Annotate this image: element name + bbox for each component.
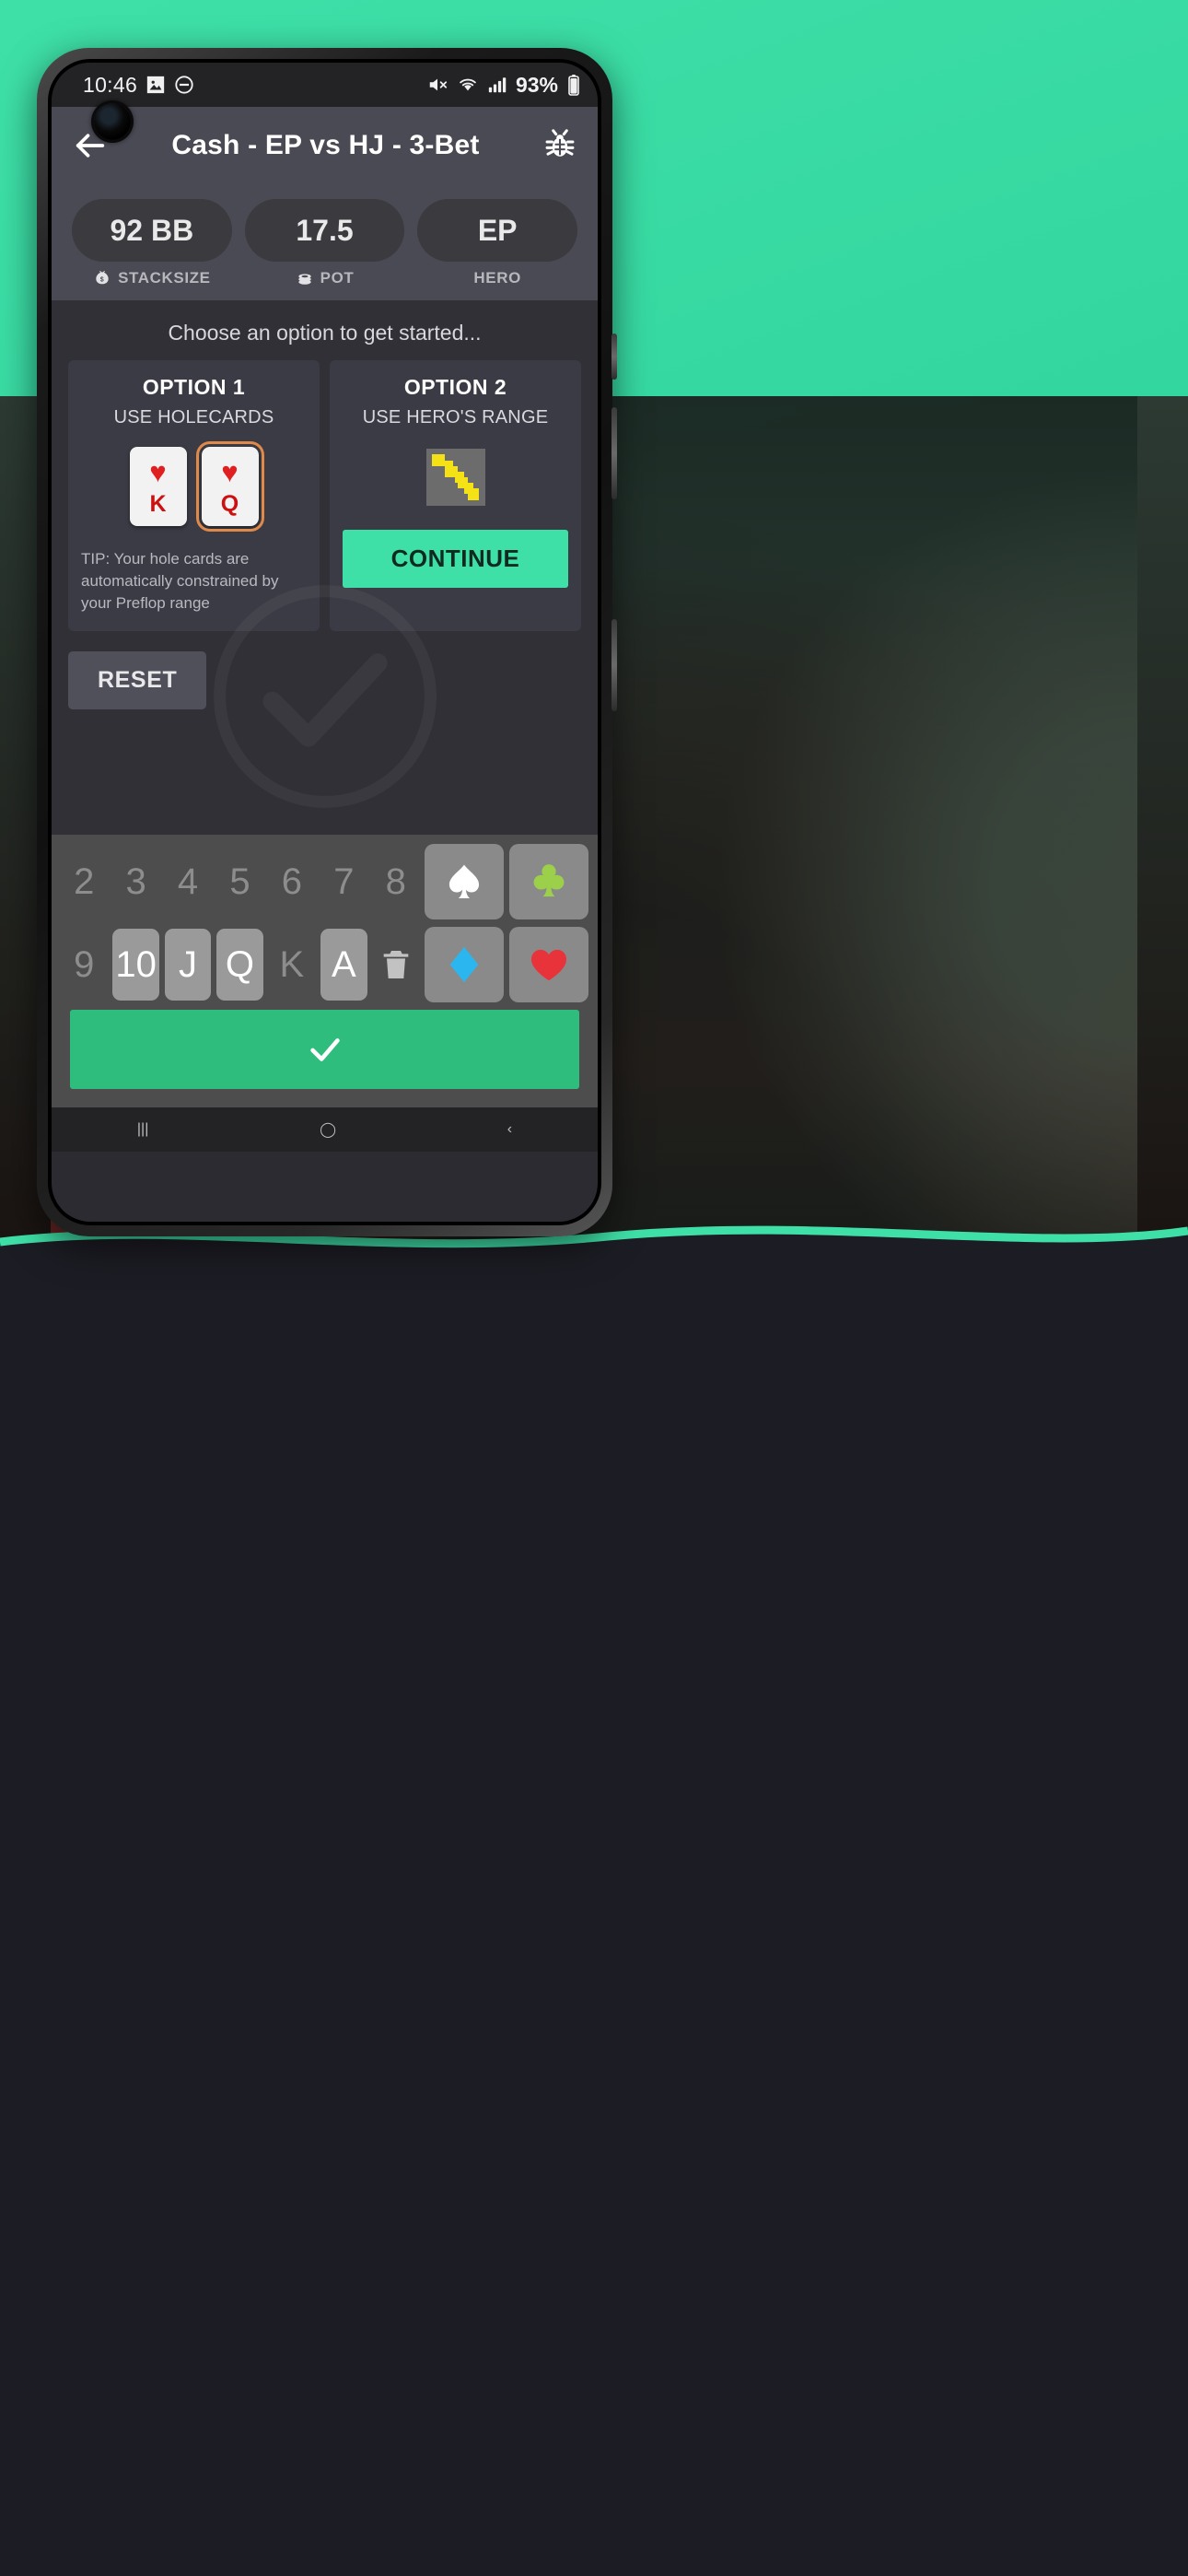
stat-hero-text: HERO bbox=[473, 269, 521, 287]
rank-key-8[interactable]: 8 bbox=[373, 846, 419, 918]
nav-back-icon[interactable]: ‹ bbox=[507, 1121, 512, 1138]
heart-key[interactable] bbox=[508, 927, 588, 1002]
rank-key-9[interactable]: 9 bbox=[61, 929, 107, 1001]
rank-key-6[interactable]: 6 bbox=[269, 846, 315, 918]
do-not-disturb-icon bbox=[174, 75, 194, 95]
signal-icon bbox=[487, 75, 507, 95]
stat-stacksize-label: $ STACKSIZE bbox=[93, 269, 210, 287]
rank-key-7[interactable]: 7 bbox=[320, 846, 367, 918]
rank-key-k[interactable]: K bbox=[269, 929, 315, 1001]
holecard-1-rank: K bbox=[149, 491, 167, 517]
stat-stacksize-text: STACKSIZE bbox=[118, 269, 211, 287]
status-time: 10:46 bbox=[83, 72, 138, 97]
background-right-edge bbox=[1137, 396, 1188, 1248]
rank-key-j[interactable]: J bbox=[164, 929, 212, 1001]
rank-key-a[interactable]: A bbox=[320, 929, 367, 1001]
club-key[interactable] bbox=[508, 844, 588, 919]
rank-key-q[interactable]: Q bbox=[216, 929, 263, 1001]
keyboard-row-2: 9 10 J Q K A bbox=[61, 927, 588, 1002]
option-1-title: OPTION 1 bbox=[142, 375, 246, 399]
stat-hero-value: EP bbox=[417, 199, 578, 262]
holecard-1[interactable]: ♥ K bbox=[129, 447, 187, 526]
option-2-subtitle: USE HERO'S RANGE bbox=[362, 407, 549, 427]
page-title: Cash - EP vs HJ - 3-Bet bbox=[171, 130, 480, 160]
android-nav-bar: ||| ◯ ‹ bbox=[52, 1107, 598, 1152]
continue-button[interactable]: CONTINUE bbox=[343, 530, 568, 588]
image-icon bbox=[146, 75, 166, 95]
option-1-tip: TIP: Your hole cards are automatically c… bbox=[81, 550, 279, 613]
phone-screen: 10:46 93% Cash - EP vs HJ - 3-Bet 92 BB … bbox=[52, 63, 598, 1222]
rank-key-3[interactable]: 3 bbox=[112, 846, 158, 918]
rank-key-4[interactable]: 4 bbox=[165, 846, 211, 918]
diamond-key[interactable] bbox=[424, 927, 504, 1002]
stat-hero[interactable]: EP HERO bbox=[417, 199, 578, 287]
holecard-2[interactable]: ♥ Q bbox=[195, 441, 264, 532]
rank-key-5[interactable]: 5 bbox=[216, 846, 262, 918]
card-keyboard: 2 3 4 5 6 7 8 9 10 J Q K A bbox=[52, 835, 598, 1107]
holecards-row: ♥ K ♥ Q bbox=[129, 441, 264, 532]
stat-stacksize-value: 92 BB bbox=[72, 199, 232, 262]
nav-home-icon[interactable]: ◯ bbox=[320, 1120, 336, 1139]
money-bag-icon: $ bbox=[93, 269, 111, 287]
stats-row: 92 BB $ STACKSIZE 17.5 POT EP HERO bbox=[52, 184, 598, 300]
mute-icon bbox=[426, 75, 448, 95]
svg-text:$: $ bbox=[100, 276, 104, 284]
app-bar: Cash - EP vs HJ - 3-Bet bbox=[52, 107, 598, 184]
caption-band: Step 1. Enter your Hole Cards bbox=[0, 1248, 1188, 2576]
phone-button-mute[interactable] bbox=[611, 334, 617, 380]
holecard-1-suit: ♥ bbox=[149, 456, 167, 488]
status-bar: 10:46 93% bbox=[52, 63, 598, 107]
option-2-title: OPTION 2 bbox=[403, 375, 507, 399]
confirm-key[interactable] bbox=[70, 1010, 579, 1089]
option-1-subtitle: USE HOLECARDS bbox=[113, 407, 274, 427]
keyboard-row-1: 2 3 4 5 6 7 8 bbox=[61, 844, 588, 919]
phone-button-power[interactable] bbox=[611, 619, 617, 711]
stat-pot-text: POT bbox=[320, 269, 355, 287]
prompt-text: Choose an option to get started... bbox=[168, 321, 482, 345]
option-2-card[interactable]: OPTION 2 USE HERO'S RANGE CONTINUE bbox=[330, 360, 581, 632]
option-1-card[interactable]: OPTION 1 USE HOLECARDS ♥ K ♥ Q TIP: Your… bbox=[68, 360, 320, 632]
stat-pot-label: POT bbox=[296, 269, 355, 287]
chips-icon bbox=[296, 269, 314, 287]
nav-recents-icon[interactable]: ||| bbox=[137, 1121, 148, 1138]
battery-icon bbox=[566, 74, 581, 96]
wifi-icon bbox=[457, 75, 479, 95]
bug-icon[interactable] bbox=[542, 128, 577, 163]
reset-button[interactable]: RESET bbox=[68, 651, 207, 710]
front-camera bbox=[94, 103, 131, 140]
main-content: Choose an option to get started... OPTIO… bbox=[52, 300, 598, 835]
stat-stacksize[interactable]: 92 BB $ STACKSIZE bbox=[72, 199, 232, 287]
stat-pot[interactable]: 17.5 POT bbox=[244, 199, 405, 287]
range-grid-icon[interactable] bbox=[425, 449, 485, 506]
caption-line-1: Step 1. bbox=[0, 2566, 1188, 2576]
trash-key[interactable] bbox=[373, 929, 419, 1001]
rank-key-10[interactable]: 10 bbox=[112, 929, 159, 1001]
battery-percent: 93% bbox=[515, 72, 558, 97]
phone-frame: 10:46 93% Cash - EP vs HJ - 3-Bet 92 BB … bbox=[37, 48, 617, 1236]
phone-button-volume[interactable] bbox=[611, 407, 617, 499]
options-row: OPTION 1 USE HOLECARDS ♥ K ♥ Q TIP: Your… bbox=[52, 360, 598, 632]
rank-key-2[interactable]: 2 bbox=[61, 846, 107, 918]
stat-pot-value: 17.5 bbox=[244, 199, 405, 262]
holecard-2-rank: Q bbox=[220, 491, 239, 517]
spade-key[interactable] bbox=[424, 844, 504, 919]
stat-hero-label: HERO bbox=[473, 269, 521, 287]
holecard-2-suit: ♥ bbox=[221, 456, 239, 488]
